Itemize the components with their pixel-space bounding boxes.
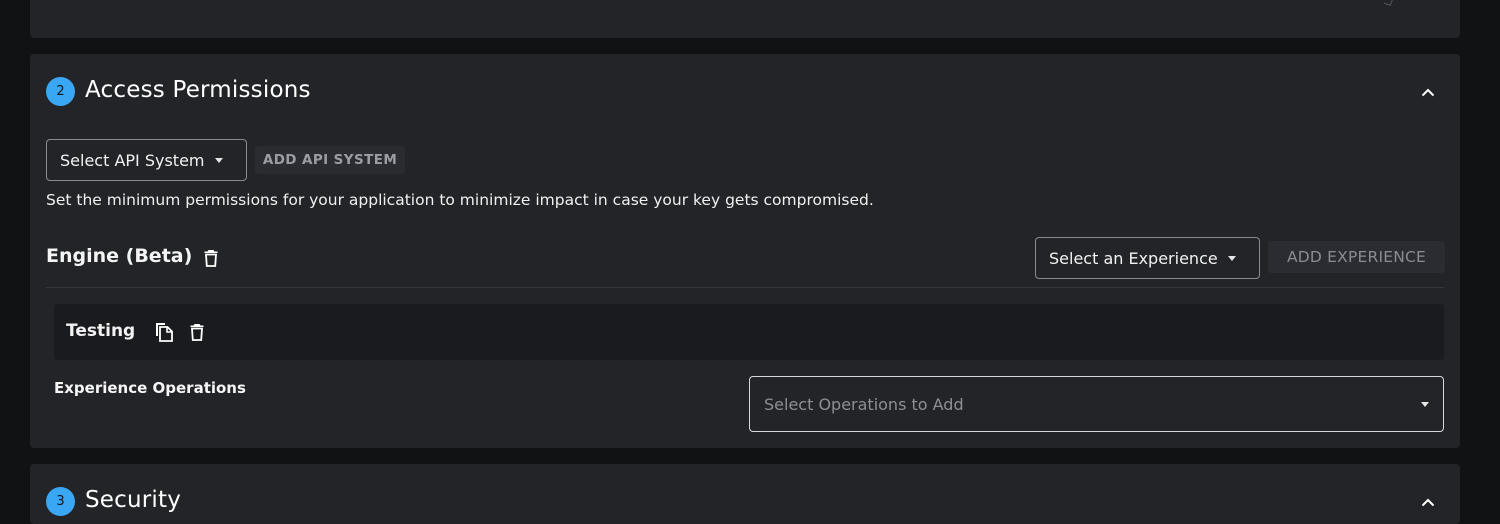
chevron-icon	[1421, 498, 1435, 506]
trash-icon	[204, 250, 218, 267]
caret-down-icon	[1421, 401, 1429, 407]
api-system-select-label: Select API System	[60, 150, 205, 170]
add-experience-button[interactable]: ADD EXPERIENCE	[1268, 241, 1445, 273]
add-api-system-button[interactable]: ADD API SYSTEM	[255, 146, 405, 174]
experience-name: Testing	[66, 321, 136, 341]
copy-icon	[156, 323, 173, 342]
step-badge: 3	[46, 487, 75, 516]
operations-select[interactable]: Select Operations to Add	[749, 376, 1444, 432]
experience-card: Testing	[54, 304, 1444, 360]
chevron-icon	[1384, 0, 1393, 6]
previous-section-panel	[30, 0, 1460, 38]
security-panel: 3 Security	[30, 464, 1460, 524]
caret-down-icon	[214, 157, 223, 163]
section-title: Security	[85, 487, 182, 513]
section-title: Access Permissions	[85, 77, 311, 103]
divider	[46, 287, 1444, 288]
experience-select[interactable]: Select an Experience	[1035, 237, 1260, 279]
access-permissions-panel: 2 Access Permissions Select API System A…	[30, 54, 1460, 448]
delete-experience-button[interactable]	[188, 321, 206, 343]
caret-down-icon	[1227, 255, 1236, 261]
chevron-up-icon	[1421, 88, 1435, 96]
collapse-button[interactable]	[1418, 82, 1438, 102]
permissions-description: Set the minimum permissions for your app…	[46, 191, 874, 209]
engine-title: Engine (Beta)	[46, 245, 193, 267]
delete-engine-button[interactable]	[202, 247, 220, 269]
expand-button[interactable]	[1418, 492, 1438, 512]
experience-select-label: Select an Experience	[1049, 248, 1218, 268]
step-badge: 2	[46, 77, 75, 106]
experience-operations-label: Experience Operations	[54, 379, 246, 397]
trash-icon	[190, 324, 204, 341]
copy-experience-button[interactable]	[153, 321, 175, 343]
api-system-select[interactable]: Select API System	[46, 139, 247, 181]
operations-select-placeholder: Select Operations to Add	[764, 394, 964, 414]
